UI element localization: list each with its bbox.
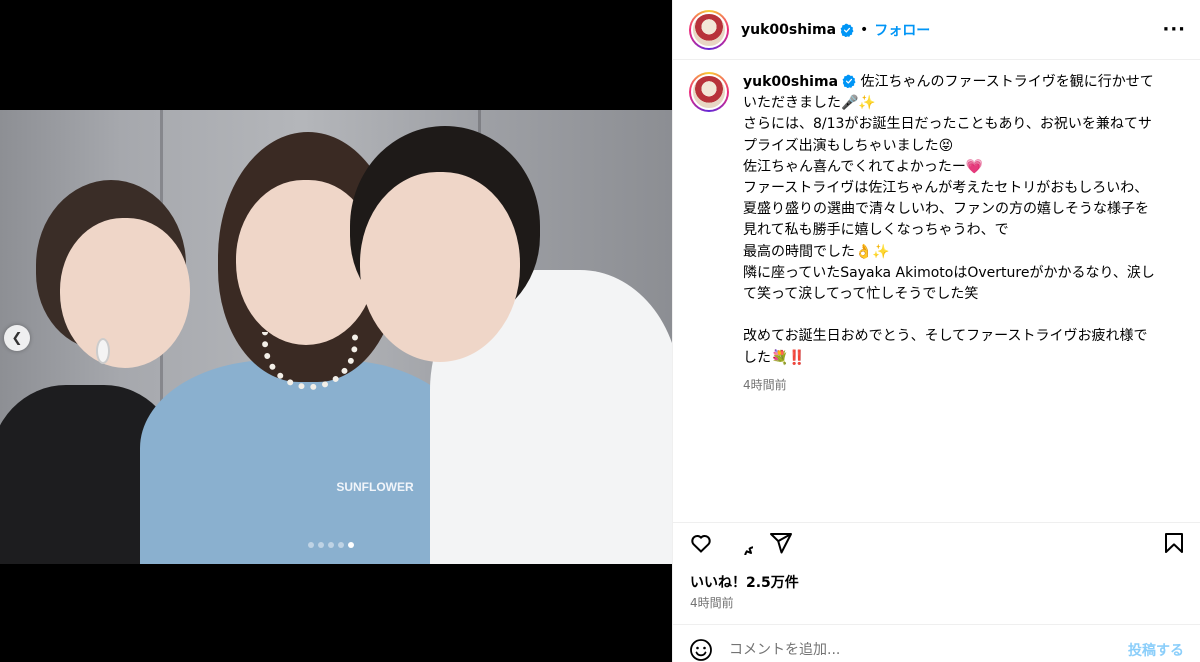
caption: yuk00shima 佐江ちゃんのファーストライヴを観に行かせていただきました🎤… xyxy=(689,72,1184,396)
caption-username-link[interactable]: yuk00shima xyxy=(743,74,838,90)
post-media: SUNFLOWER ❮ xyxy=(0,0,672,662)
comment-icon xyxy=(744,545,753,555)
separator: • xyxy=(860,21,869,38)
add-comment-bar: 投稿する xyxy=(673,624,1200,662)
caption-body: yuk00shima 佐江ちゃんのファーストライヴを観に行かせていただきました🎤… xyxy=(743,72,1161,396)
carousel-dot-active xyxy=(348,542,354,548)
verified-badge-icon xyxy=(840,23,854,37)
post-header: yuk00shima • フォロー ··· xyxy=(673,0,1200,60)
save-button[interactable] xyxy=(1146,523,1186,563)
caption-avatar[interactable] xyxy=(689,72,729,112)
like-count[interactable]: いいね！2.5万件 xyxy=(690,572,799,592)
like-button[interactable] xyxy=(689,523,729,563)
chevron-left-icon: ❮ xyxy=(11,330,23,346)
comment-input[interactable] xyxy=(729,641,1120,658)
carousel-dot xyxy=(328,542,334,548)
carousel-dot xyxy=(338,542,344,548)
avatar[interactable] xyxy=(689,9,729,50)
carousel-prev-button[interactable]: ❮ xyxy=(4,325,30,351)
share-icon xyxy=(770,532,792,553)
bookmark-icon xyxy=(1165,532,1183,553)
emoji-icon[interactable] xyxy=(689,638,713,662)
action-bar xyxy=(673,522,1200,562)
post-timestamp[interactable]: 4時間前 xyxy=(690,594,734,611)
heart-icon xyxy=(691,534,711,553)
carousel-indicator xyxy=(308,542,354,548)
post-comment-button[interactable]: 投稿する xyxy=(1128,640,1184,660)
instagram-post-view: SUNFLOWER ❮ yuk00shima • フォロー ··· yuk00s… xyxy=(0,0,1200,662)
caption-text: 佐江ちゃんのファーストライヴを観に行かせていただきました🎤✨ さらには、8/13… xyxy=(743,74,1155,366)
more-options-icon[interactable]: ··· xyxy=(1162,19,1186,40)
post-side-panel: yuk00shima • フォロー ··· yuk00shima 佐江ちゃんのフ… xyxy=(672,0,1200,662)
comments-section: yuk00shima 佐江ちゃんのファーストライヴを観に行かせていただきました🎤… xyxy=(673,60,1200,510)
caption-timestamp[interactable]: 4時間前 xyxy=(743,375,1161,396)
post-photo: SUNFLOWER xyxy=(0,110,672,564)
carousel-dot xyxy=(308,542,314,548)
follow-button[interactable]: フォロー xyxy=(874,20,930,40)
verified-badge-icon xyxy=(842,74,856,88)
username-link[interactable]: yuk00shima xyxy=(741,22,836,38)
share-button[interactable] xyxy=(769,523,809,563)
carousel-dot xyxy=(318,542,324,548)
comment-button[interactable] xyxy=(729,523,769,563)
